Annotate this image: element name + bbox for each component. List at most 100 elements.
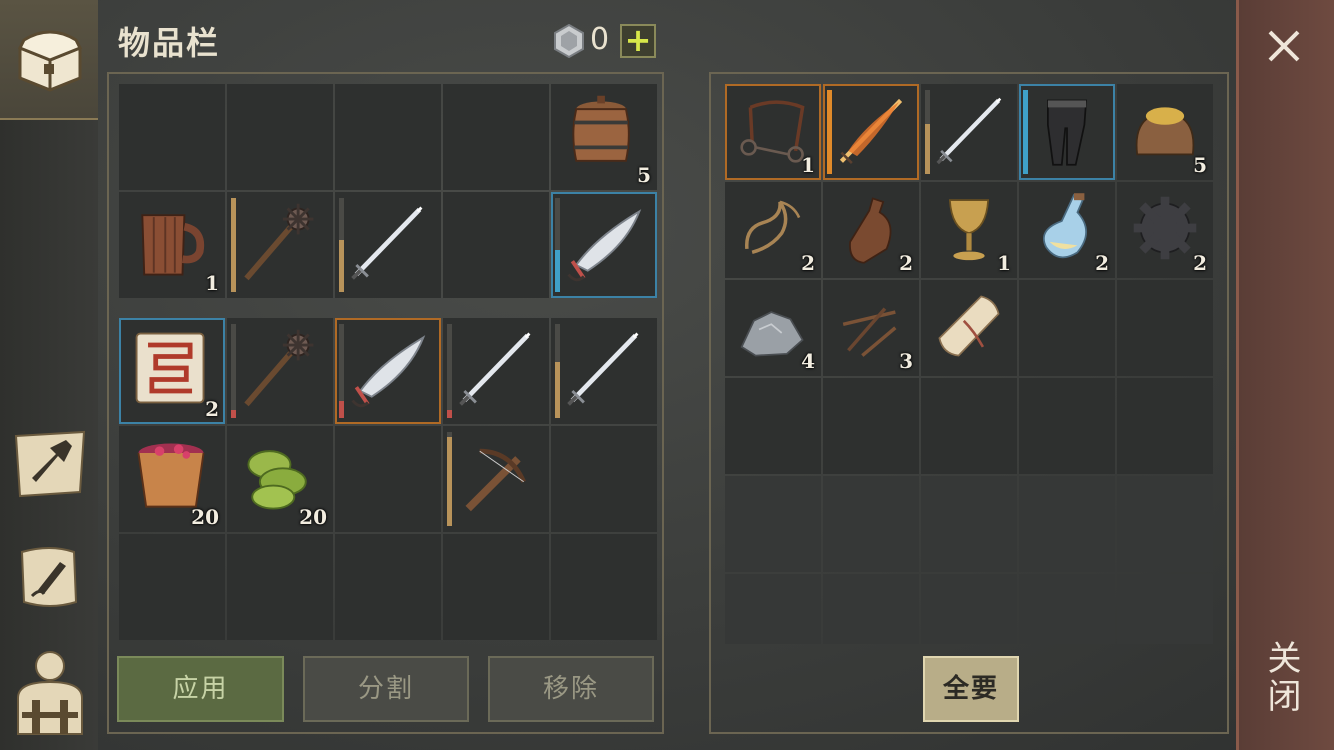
- loot-slot[interactable]: [921, 378, 1017, 474]
- upper-slot[interactable]: [443, 192, 549, 298]
- upper-slot[interactable]: [335, 84, 441, 190]
- item-quantity: 20: [299, 505, 327, 529]
- lower-slot[interactable]: [443, 318, 549, 424]
- loot-slot[interactable]: 5: [1117, 84, 1213, 180]
- loot-slot[interactable]: [921, 84, 1017, 180]
- item-quantity: 4: [801, 349, 815, 373]
- loot-slot[interactable]: [1019, 280, 1115, 376]
- lower-slot[interactable]: [443, 534, 549, 640]
- loot-slot[interactable]: [1019, 378, 1115, 474]
- loot-slot[interactable]: 2: [823, 182, 919, 278]
- loot-slot[interactable]: [823, 84, 919, 180]
- loot-slot[interactable]: [725, 476, 821, 572]
- parchment-roll-icon: [938, 295, 1000, 357]
- silver-coin-icon: [554, 24, 584, 58]
- lower-slot[interactable]: 2: [119, 318, 225, 424]
- character-backpack-icon: [17, 651, 83, 735]
- close-panel-button[interactable]: [1236, 0, 1334, 750]
- lower-slot[interactable]: [227, 534, 333, 640]
- item-quantity: 2: [899, 251, 913, 275]
- lower-slot[interactable]: [551, 318, 657, 424]
- loot-slot[interactable]: 2: [725, 182, 821, 278]
- upper-slot[interactable]: 1: [119, 192, 225, 298]
- inventory-grid-upper: 51: [119, 84, 657, 298]
- close-icon[interactable]: [1266, 28, 1302, 64]
- loot-slot[interactable]: [725, 574, 821, 644]
- item-quantity: 2: [1095, 251, 1109, 275]
- item-quantity: 2: [1193, 251, 1207, 275]
- lower-slot[interactable]: [551, 534, 657, 640]
- upper-slot[interactable]: [443, 84, 549, 190]
- sword-icon: [459, 332, 531, 406]
- chest-icon: [17, 30, 83, 92]
- currency-value: 0: [590, 22, 610, 57]
- lower-slot[interactable]: [551, 426, 657, 532]
- scimitar-icon: [567, 209, 642, 282]
- flaming-sword-icon: [839, 98, 903, 164]
- recipe-scroll-icon: [135, 332, 205, 404]
- lower-slot[interactable]: 20: [119, 426, 225, 532]
- lower-slot[interactable]: [227, 318, 333, 424]
- lower-slot[interactable]: [335, 426, 441, 532]
- sword-icon: [351, 206, 423, 280]
- add-currency-button[interactable]: +: [620, 24, 656, 58]
- apply-button[interactable]: 应用: [117, 656, 284, 722]
- tab-quests[interactable]: [0, 530, 98, 620]
- loot-slot[interactable]: [823, 476, 919, 572]
- loot-slot[interactable]: [921, 280, 1017, 376]
- spiked-mace-icon: [244, 203, 314, 281]
- loot-slot[interactable]: [1019, 476, 1115, 572]
- lower-slot[interactable]: [443, 426, 549, 532]
- loot-slot[interactable]: 1: [725, 84, 821, 180]
- item-quantity: 1: [997, 251, 1011, 275]
- tab-character[interactable]: [0, 640, 98, 744]
- loot-slot[interactable]: [921, 574, 1017, 644]
- page-title: 物品栏: [118, 24, 221, 62]
- loot-slot[interactable]: 4: [725, 280, 821, 376]
- loot-slot[interactable]: [1019, 574, 1115, 644]
- upper-slot[interactable]: [119, 84, 225, 190]
- loot-slot[interactable]: [1019, 84, 1115, 180]
- tab-crafting[interactable]: [0, 418, 98, 504]
- crossbow-icon: [465, 448, 526, 512]
- loot-grid: 1 5 2 2 1 2 2 4 3: [725, 84, 1213, 644]
- tab-inventory[interactable]: [0, 0, 98, 120]
- item-quantity: 5: [637, 163, 651, 187]
- wooden-mug-icon: [141, 214, 205, 276]
- loot-slot[interactable]: [1117, 378, 1213, 474]
- loot-slot[interactable]: [1117, 476, 1213, 572]
- loot-slot[interactable]: [921, 476, 1017, 572]
- chain-leggings-icon: [1047, 99, 1088, 166]
- loot-slot[interactable]: 3: [823, 280, 919, 376]
- upper-slot[interactable]: [227, 84, 333, 190]
- upper-slot[interactable]: [335, 192, 441, 298]
- lower-slot[interactable]: [335, 534, 441, 640]
- loot-slot[interactable]: [1117, 280, 1213, 376]
- lower-slot[interactable]: [119, 534, 225, 640]
- loot-slot[interactable]: 2: [1019, 182, 1115, 278]
- spiked-mace-icon: [244, 329, 314, 407]
- loot-slot[interactable]: [725, 378, 821, 474]
- loot-slot[interactable]: [1117, 574, 1213, 644]
- scimitar-icon: [351, 335, 426, 408]
- item-quantity: 20: [191, 505, 219, 529]
- item-quantity: 1: [801, 153, 815, 177]
- loot-slot[interactable]: [823, 574, 919, 644]
- loot-slot[interactable]: 2: [1117, 182, 1213, 278]
- barrel-icon: [572, 95, 630, 162]
- close-label: 关闭: [1261, 640, 1301, 716]
- item-quantity: 3: [899, 349, 913, 373]
- upper-slot[interactable]: [227, 192, 333, 298]
- take-all-button[interactable]: 全要: [923, 656, 1019, 722]
- remove-button[interactable]: 移除: [488, 656, 654, 722]
- upper-slot[interactable]: [551, 192, 657, 298]
- loot-slot[interactable]: 1: [921, 182, 1017, 278]
- sword-icon: [567, 332, 639, 406]
- lower-slot[interactable]: [335, 318, 441, 424]
- item-quantity: 1: [205, 271, 219, 295]
- loot-slot[interactable]: [823, 378, 919, 474]
- item-quantity: 2: [801, 251, 815, 275]
- lower-slot[interactable]: 20: [227, 426, 333, 532]
- split-button[interactable]: 分割: [303, 656, 469, 722]
- upper-slot[interactable]: 5: [551, 84, 657, 190]
